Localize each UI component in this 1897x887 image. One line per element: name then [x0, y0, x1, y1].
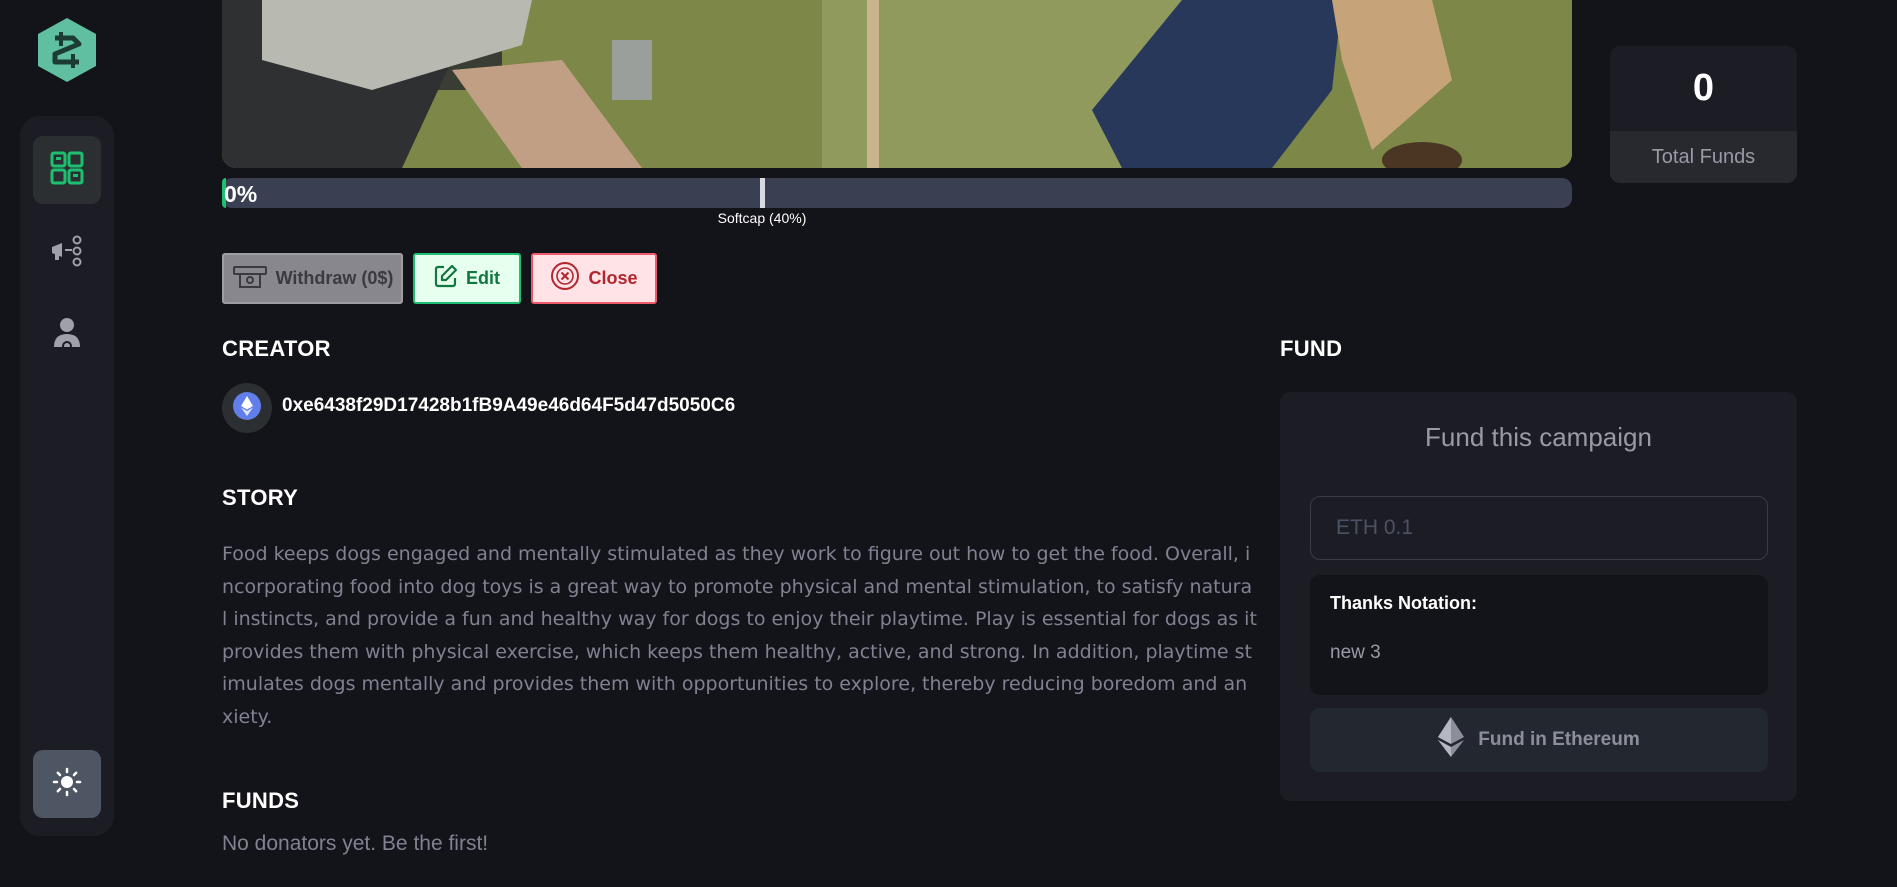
thanks-notation-box: Thanks Notation: new 3 [1310, 575, 1768, 695]
sidebar-item-profile[interactable] [33, 303, 101, 371]
fund-heading: FUND [1280, 336, 1343, 361]
edit-button[interactable]: Edit [413, 253, 521, 304]
sun-icon [52, 767, 82, 802]
edit-icon [434, 264, 458, 293]
progress-percent: 0% [224, 181, 258, 207]
ethereum-icon [233, 391, 261, 425]
creator-avatar [222, 383, 272, 433]
withdraw-icon [232, 264, 268, 293]
creator-heading: CREATOR [222, 336, 331, 361]
total-funds-value: 0 [1692, 67, 1715, 109]
fund-amount-input[interactable] [1310, 496, 1768, 560]
total-funds-label: Total Funds [1610, 131, 1797, 183]
fund-card: Fund this campaign Thanks Notation: new … [1280, 392, 1797, 801]
creator-address: 0xe6438f29D17428b1fB9A49e46d64F5d47d5050… [282, 395, 736, 416]
story-text: Food keeps dogs engaged and mentally sti… [222, 543, 1257, 728]
dashboard-icon [50, 151, 84, 190]
softcap-label: Softcap (40%) [717, 210, 807, 226]
fund-in-ethereum-button[interactable]: Fund in Ethereum [1310, 708, 1768, 772]
thanks-notation-label: Thanks Notation: [1330, 593, 1477, 613]
campaign-icon [49, 235, 85, 272]
total-funds-card: 0 Total Funds [1610, 46, 1797, 183]
theme-toggle-button[interactable] [33, 750, 101, 818]
fund-button-label: Fund in Ethereum [1478, 729, 1640, 750]
funds-empty-message: No donators yet. Be the first! [222, 832, 489, 855]
withdraw-label: Withdraw (0$) [275, 268, 394, 288]
ethereum-icon [1438, 717, 1465, 763]
sidebar [20, 116, 114, 836]
close-button[interactable]: Close [531, 253, 657, 304]
campaign-image [222, 0, 1572, 168]
close-label: Close [588, 268, 638, 288]
funding-progress-bar: 0% [222, 178, 1572, 208]
profile-icon [52, 317, 82, 358]
campaign-details-page: 0% Softcap (40%) 0 Total Funds Withdraw … [0, 0, 1897, 887]
sidebar-item-dashboard[interactable] [33, 136, 101, 204]
funds-heading: FUNDS [222, 788, 300, 813]
edit-label: Edit [466, 268, 500, 288]
story-heading: STORY [222, 485, 299, 510]
logo-icon[interactable] [33, 16, 101, 84]
thanks-notation-value: new 3 [1330, 642, 1381, 663]
withdraw-button[interactable]: Withdraw (0$) [222, 253, 403, 304]
softcap-marker [760, 178, 765, 208]
fund-card-title: Fund this campaign [1425, 422, 1652, 452]
close-icon [550, 261, 580, 296]
sidebar-item-campaign[interactable] [33, 219, 101, 287]
